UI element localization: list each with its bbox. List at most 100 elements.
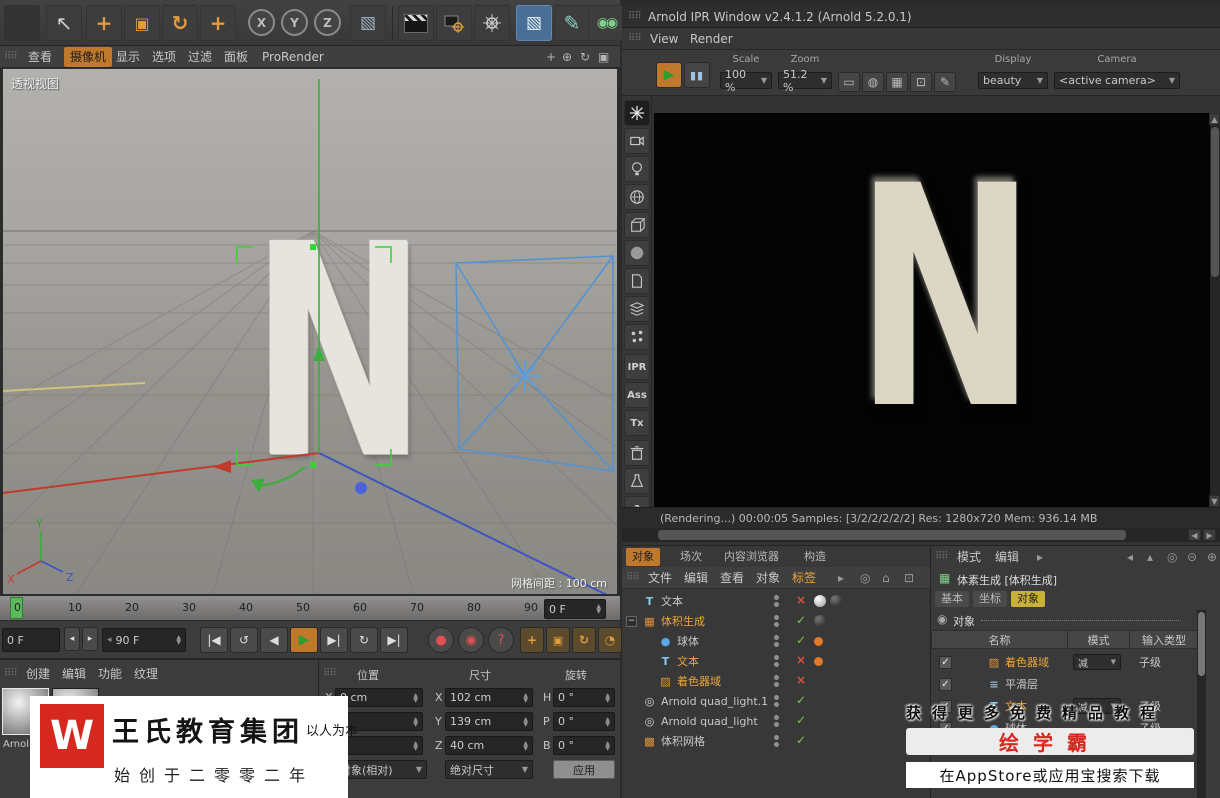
material-menu-function[interactable]: 功能 — [98, 663, 122, 685]
panel-grip[interactable]: ⠿⠿ — [4, 663, 18, 685]
move-tool-icon[interactable]: + — [86, 5, 122, 41]
phong-tag[interactable] — [814, 637, 823, 646]
stepper-arrows[interactable]: ▲ ▼ — [605, 740, 610, 751]
tree-row-label[interactable]: Arnold quad_light.1 — [661, 695, 768, 708]
tree-row-text-child[interactable]: T 文本 × — [622, 651, 930, 671]
stepper-arrows[interactable]: ▲ ▼ — [413, 740, 418, 751]
lock-z-axis-icon[interactable]: Z — [314, 9, 341, 36]
coordinate-mode-dropdown[interactable]: 对象(相对) ▼ — [335, 760, 427, 779]
tree-row-label[interactable]: 球体 — [677, 633, 699, 649]
scroll-left-arrow[interactable]: ◀ — [1188, 529, 1201, 541]
enabled-mark[interactable]: ✓ — [796, 633, 806, 647]
stepper-arrows[interactable]: ▲ ▼ — [523, 716, 528, 727]
panel-grip[interactable]: ⠿⠿ — [935, 546, 949, 568]
scroll-down-arrow[interactable]: ▼ — [1209, 495, 1220, 507]
ad-overlay-left[interactable]: W 王氏教育集团 以人为本 始创于二零零二年 — [30, 696, 358, 798]
om-menu-more-icon[interactable]: ▸ — [838, 567, 844, 589]
viewport-pan-icon[interactable]: + — [546, 46, 556, 68]
om-search-icon[interactable]: ◎ — [860, 567, 870, 589]
history-tool-icon[interactable] — [4, 5, 40, 41]
autokey-button[interactable]: ◉ — [458, 627, 484, 653]
key-parameter-toggle[interactable]: ◔ — [598, 627, 622, 653]
visibility-dots[interactable] — [774, 673, 779, 689]
tree-row-shader-field[interactable]: ▨ 着色器域 × — [622, 671, 930, 691]
enable-checkbox[interactable]: ✓ — [939, 677, 952, 691]
pixel-inspect-icon[interactable]: ⊡ — [910, 72, 932, 92]
tab-object[interactable]: 对象 — [1011, 591, 1045, 607]
annotate-icon[interactable]: ✎ — [934, 72, 956, 92]
attr-row-shader-field[interactable]: ✓ ▨ 着色器域 减 ▼ 子级 — [931, 651, 1199, 673]
panel-grip[interactable]: ⠿⠿ — [4, 46, 18, 68]
edit-render-settings-icon[interactable] — [474, 5, 510, 41]
section-toggle-icon[interactable]: ◉ — [937, 612, 947, 626]
globe-icon[interactable] — [624, 184, 650, 210]
display-dropdown[interactable]: beauty ▼ — [978, 72, 1048, 89]
am-more-icon[interactable]: ▸ — [1037, 546, 1043, 568]
perspective-viewport[interactable]: N Y X Z 透视视图 网格间距: 100 cm — [2, 68, 618, 595]
create-material-icon[interactable]: ◉◉ — [588, 5, 624, 41]
menu-options[interactable]: 选项 — [152, 46, 176, 68]
om-menu-objects[interactable]: 对象 — [756, 567, 780, 589]
am-search-icon[interactable]: ◎ — [1167, 546, 1177, 568]
scroll-up-arrow[interactable]: ▲ — [1209, 113, 1220, 125]
arnold-render-icon[interactable] — [624, 100, 650, 126]
tree-row-quad-light[interactable]: ◎ Arnold quad_light ✓ — [622, 711, 930, 731]
current-frame-field[interactable]: 0 F — [2, 628, 60, 652]
play-button[interactable]: ▶ — [290, 627, 318, 653]
viewport-rotate-icon[interactable]: ↻ — [580, 46, 590, 68]
last-tool-icon[interactable]: + — [200, 5, 236, 41]
tree-row-label[interactable]: 体积生成 — [661, 613, 705, 629]
material-menu-texture[interactable]: 纹理 — [134, 663, 158, 685]
am-up-icon[interactable]: ▴ — [1147, 546, 1153, 568]
snapshot-icon[interactable]: ▭ — [838, 72, 860, 92]
attr-row-smooth-layer[interactable]: ✓ ≡ 平滑层 — [931, 673, 1199, 695]
ad-app-bar[interactable]: 绘学霸 — [906, 728, 1194, 755]
menu-view[interactable]: 查看 — [28, 46, 52, 68]
menu-panel[interactable]: 面板 — [224, 46, 248, 68]
key-scale-toggle[interactable]: ▣ — [546, 627, 570, 653]
tab-basic[interactable]: 基本 — [935, 591, 969, 607]
live-selection-icon[interactable]: ↖ — [46, 5, 82, 41]
enable-checkbox[interactable]: ✓ — [939, 655, 952, 669]
render-hscrollbar[interactable]: ◀ ▶ — [622, 528, 1220, 542]
mode-dropdown[interactable]: 减 ▼ — [1073, 654, 1121, 670]
enabled-mark[interactable]: ✓ — [796, 713, 806, 727]
tx-button[interactable]: Tx — [624, 410, 650, 436]
pos-x-field[interactable]: 0 cm ▲ ▼ — [335, 688, 423, 707]
key-position-toggle[interactable]: + — [520, 627, 544, 653]
stepper-arrows[interactable]: ▲ ▼ — [596, 604, 601, 615]
tab-structure[interactable]: 构造 — [798, 548, 832, 566]
viewport-maximize-icon[interactable]: ▣ — [598, 46, 609, 68]
document-icon[interactable] — [624, 268, 650, 294]
stepper-arrows[interactable]: ▲ ▼ — [413, 716, 418, 727]
attribute-vscrollbar[interactable] — [1197, 610, 1206, 798]
disabled-mark[interactable]: × — [796, 673, 806, 687]
lock-x-axis-icon[interactable]: X — [248, 9, 275, 36]
prev-frame-button[interactable]: ◀ — [260, 627, 288, 653]
keyframe-options-button[interactable]: ? — [488, 627, 514, 653]
size-x-field[interactable]: 102 cm ▲ ▼ — [445, 688, 533, 707]
om-menu-edit[interactable]: 编辑 — [684, 567, 708, 589]
enabled-mark[interactable]: ✓ — [796, 613, 806, 627]
record-keyframe-button[interactable]: ● — [428, 627, 454, 653]
material-tag[interactable] — [830, 595, 842, 607]
panel-grip[interactable]: ⠿⠿ — [628, 28, 642, 50]
stepper-arrows[interactable]: ▲ ▼ — [523, 740, 528, 751]
tree-row-text[interactable]: T 文本 × — [622, 591, 930, 611]
vscroll-thumb[interactable] — [1198, 612, 1205, 676]
ipr-play-button[interactable]: ▶ — [656, 62, 682, 88]
goto-start-button[interactable]: |◀ — [200, 627, 228, 653]
rot-p-field[interactable]: 0 ° ▲ ▼ — [553, 712, 615, 731]
ipr-button[interactable]: IPR — [624, 354, 650, 380]
camera-icon[interactable] — [624, 128, 650, 154]
stepper-arrows[interactable]: ▲ ▼ — [605, 716, 610, 727]
stepper-arrows[interactable]: ▲ ▼ — [605, 692, 610, 703]
vscroll-thumb[interactable] — [1211, 127, 1219, 277]
light-bulb-icon[interactable] — [624, 156, 650, 182]
om-menu-view[interactable]: 查看 — [720, 567, 744, 589]
menu-display[interactable]: 显示 — [116, 46, 140, 68]
stepper-arrows[interactable]: ▲ ▼ — [176, 635, 181, 646]
prev-keyframe-button[interactable]: ↺ — [230, 627, 258, 653]
tree-row-label[interactable]: 文本 — [661, 593, 683, 609]
visibility-dots[interactable] — [774, 733, 779, 749]
